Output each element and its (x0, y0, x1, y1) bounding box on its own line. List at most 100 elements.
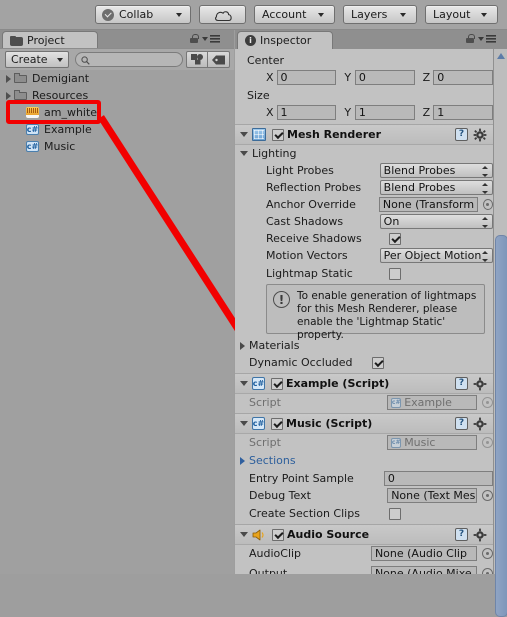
inspector-body: Center X 0 Y 0 Z 0 Size X 1 Y 1 Z 1 Mesh… (235, 49, 493, 574)
foldout-triangle-icon[interactable] (240, 381, 248, 386)
example-script-enabled-checkbox[interactable] (271, 377, 283, 390)
object-picker-icon (482, 437, 493, 448)
foldout-triangle-icon[interactable] (240, 341, 245, 350)
size-z-label: Z (422, 106, 431, 119)
tab-project-label: Project (27, 34, 65, 47)
help-icon[interactable]: ? (455, 377, 468, 390)
mesh-renderer-enabled-checkbox[interactable] (272, 128, 284, 141)
tab-inspector-label: Inspector (260, 34, 312, 47)
search-input[interactable] (75, 52, 183, 67)
collab-button[interactable]: Collab (95, 5, 191, 24)
inspector-scrollbar-thumb[interactable] (495, 235, 507, 617)
foldout-triangle-icon[interactable] (240, 421, 248, 426)
gear-icon[interactable] (473, 417, 487, 431)
anchor-override-row: Anchor Override None (Transform (235, 196, 493, 213)
cloud-services-button[interactable] (199, 5, 246, 24)
filter-by-label-icon[interactable] (208, 51, 230, 68)
sections-foldout-row[interactable]: Sections (235, 452, 493, 469)
audio-source-enabled-checkbox[interactable] (272, 528, 284, 541)
cast-shadows-row: Cast Shadows On (235, 213, 493, 230)
lighting-foldout-row[interactable]: Lighting (235, 145, 493, 162)
output-field[interactable]: None (Audio Mixe (370, 566, 478, 574)
music-script-title: Music (Script) (286, 417, 373, 430)
project-tree[interactable]: Demigiant Resources am_white c# Example c# Mus… (0, 70, 234, 574)
center-x-field[interactable]: 0 (276, 70, 337, 85)
component-header-example-script[interactable]: c# Example (Script) ? (235, 373, 493, 394)
debug-text-field[interactable]: None (Text Mesh (387, 488, 478, 503)
foldout-triangle-icon[interactable] (240, 132, 248, 137)
size-y-field[interactable]: 1 (354, 105, 415, 120)
sections-label[interactable]: Sections (249, 454, 296, 467)
layers-button[interactable]: Layers (343, 5, 417, 24)
object-picker-icon[interactable] (482, 490, 493, 501)
chevron-down-icon (481, 12, 487, 17)
tab-inspector[interactable]: i Inspector (237, 31, 333, 49)
project-tree-item-label: Example (44, 123, 92, 136)
create-button[interactable]: Create (5, 51, 69, 68)
folder-icon (14, 73, 27, 84)
center-label: Center (247, 54, 285, 67)
inspector-scrollbar[interactable] (493, 49, 507, 617)
light-probes-dropdown[interactable]: Blend Probes (379, 163, 493, 178)
size-vector-row: X 1 Y 1 Z 1 (235, 104, 493, 121)
panel-menu-icon[interactable] (202, 34, 220, 43)
reflection-probes-label: Reflection Probes (266, 181, 362, 194)
lock-icon[interactable] (466, 34, 475, 43)
project-tree-item-music[interactable]: c# Music (0, 138, 234, 155)
entry-point-sample-field[interactable]: 0 (383, 471, 493, 486)
center-y-field[interactable]: 0 (354, 70, 415, 85)
dropdown-arrows-icon (481, 183, 488, 194)
materials-label: Materials (249, 339, 300, 352)
object-picker-icon[interactable] (482, 548, 493, 559)
audio-clip-field[interactable]: None (Audio Clip (370, 546, 478, 561)
csharp-script-icon: c# (26, 124, 39, 135)
account-button[interactable]: Account (254, 5, 335, 24)
help-icon[interactable]: ? (455, 417, 468, 430)
audio-source-title: Audio Source (287, 528, 370, 541)
csharp-script-icon: c# (252, 377, 265, 390)
anchor-override-field[interactable]: None (Transform (378, 197, 478, 212)
foldout-triangle-icon[interactable] (6, 74, 11, 83)
size-z-field[interactable]: 1 (433, 105, 493, 120)
component-header-music-script[interactable]: c# Music (Script) ? (235, 413, 493, 434)
dynamic-occluded-checkbox[interactable] (372, 356, 384, 369)
lock-icon[interactable] (190, 34, 199, 43)
materials-foldout-row[interactable]: Materials (235, 337, 493, 354)
component-header-audio-source[interactable]: Audio Source ? (235, 524, 493, 545)
audio-source-icon (252, 529, 266, 541)
object-picker-icon[interactable] (482, 568, 493, 574)
music-script-enabled-checkbox[interactable] (271, 417, 283, 430)
lightmap-static-checkbox[interactable] (389, 267, 401, 280)
scroll-up-arrow-icon[interactable] (494, 49, 507, 62)
debug-text-row: Debug Text None (Text Mesh (235, 487, 493, 504)
receive-shadows-checkbox[interactable] (389, 232, 401, 245)
layout-button[interactable]: Layout (425, 5, 498, 24)
filter-by-type-icon[interactable] (186, 51, 208, 68)
annotation-highlight-box (6, 100, 101, 124)
foldout-triangle-icon[interactable] (240, 532, 248, 537)
center-z-label: Z (422, 71, 431, 84)
project-tree-item-demigiant[interactable]: Demigiant (0, 70, 234, 87)
size-x-field[interactable]: 1 (276, 105, 337, 120)
foldout-triangle-icon[interactable] (6, 91, 11, 100)
component-header-mesh-renderer[interactable]: Mesh Renderer ? (235, 124, 493, 145)
reflection-probes-dropdown[interactable]: Blend Probes (379, 180, 493, 195)
foldout-triangle-icon[interactable] (240, 456, 245, 465)
project-toolbar: Create (0, 48, 234, 71)
gear-icon[interactable] (473, 128, 487, 142)
gear-icon[interactable] (473, 528, 487, 542)
dropdown-arrows-icon (481, 217, 488, 228)
tab-project[interactable]: Project (2, 31, 98, 49)
cast-shadows-dropdown[interactable]: On (379, 214, 493, 229)
motion-vectors-dropdown[interactable]: Per Object Motion (379, 248, 493, 263)
gear-icon[interactable] (473, 377, 487, 391)
center-z-field[interactable]: 0 (433, 70, 493, 85)
help-icon[interactable]: ? (455, 128, 468, 141)
create-section-clips-checkbox[interactable] (389, 507, 401, 520)
object-picker-icon[interactable] (482, 199, 493, 210)
center-label-row: Center (235, 52, 493, 69)
foldout-triangle-icon[interactable] (240, 151, 248, 156)
panel-menu-icon[interactable] (478, 34, 496, 43)
receive-shadows-row: Receive Shadows (235, 230, 493, 247)
help-icon[interactable]: ? (455, 528, 468, 541)
